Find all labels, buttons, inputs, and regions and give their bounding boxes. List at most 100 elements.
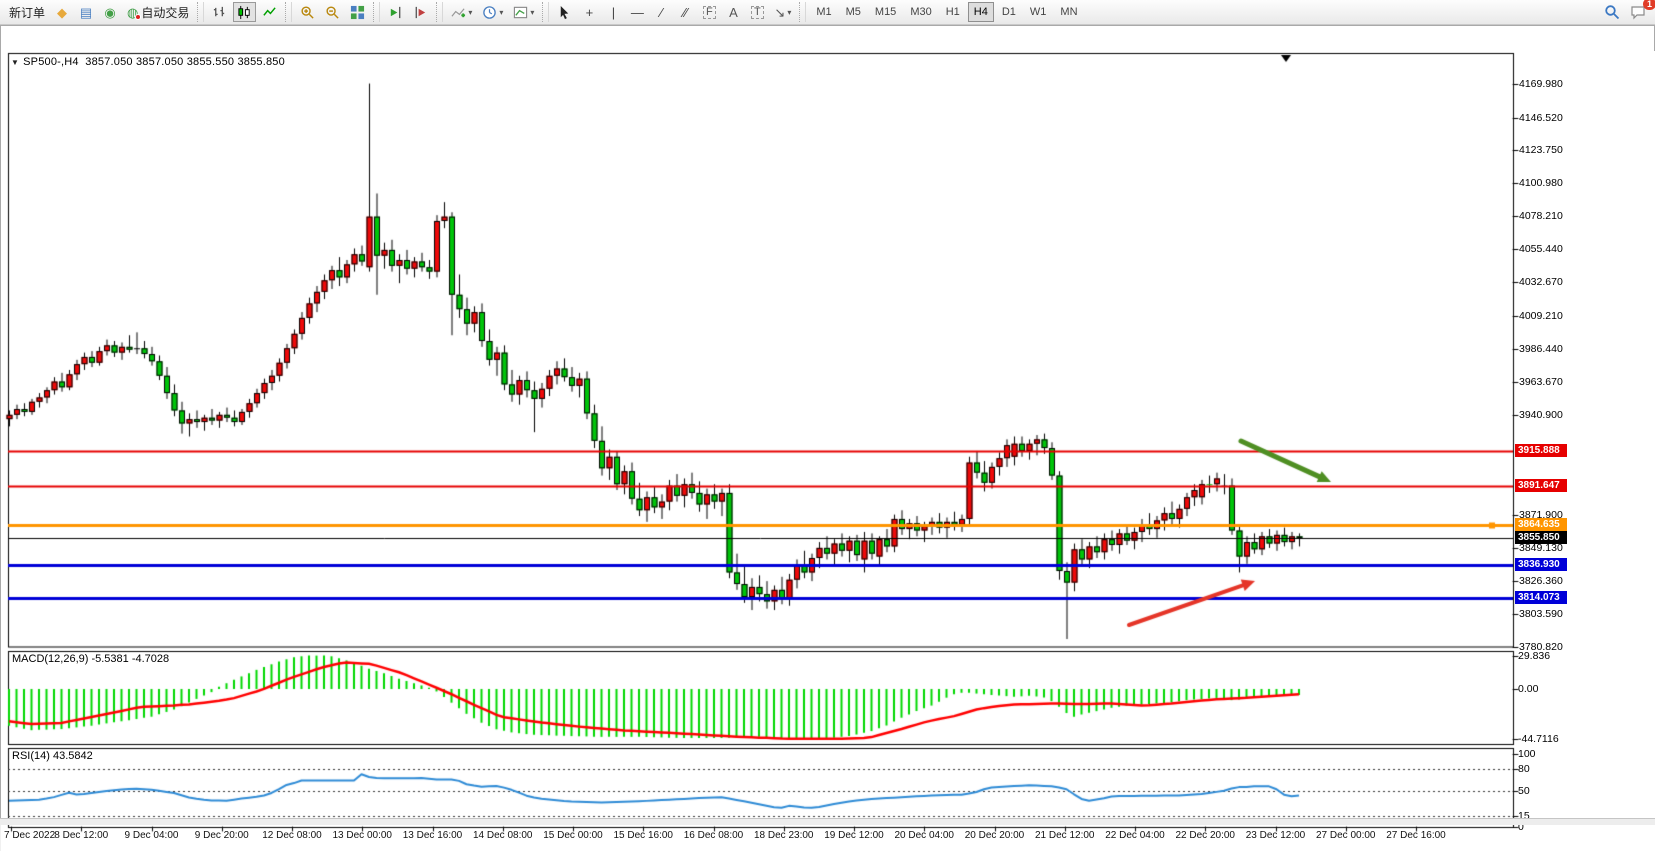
rsi-indicator-label: RSI(14) 43.5842 [12,750,93,762]
time-axis-label: 20 Dec 20:00 [965,830,1025,841]
candle-chart-icon[interactable] [233,2,256,22]
trendline-icon[interactable]: ∕ [650,2,672,22]
macd-indicator-label: MACD(12,26,9) -5.5381 -4.7028 [12,653,169,665]
bar-chart-icon[interactable] [208,2,231,22]
time-axis-label: 22 Dec 04:00 [1105,830,1165,841]
text-label-icon: T [751,6,764,19]
time-axis-label: 13 Dec 16:00 [403,830,463,841]
fibonacci-icon[interactable]: F [698,2,720,22]
vertical-line-icon[interactable]: | [602,2,624,22]
chart-shift-icon[interactable] [409,2,432,22]
price-level-label: 3915.888 [1515,444,1567,457]
macd-axis-tick: 29.836 [1518,650,1550,662]
shapes-icon[interactable]: ↘▾ [770,2,795,22]
timeframe-button-m5[interactable]: M5 [840,2,867,22]
new-order-button-label: 新订单 [9,4,45,21]
tile-windows-icon[interactable] [346,2,369,22]
templates-icon[interactable]: ▾ [509,2,538,22]
equidistant-channel-icon[interactable]: ∕∕ [674,2,696,22]
toolbar-separator [436,2,443,22]
timeframe-button-w1[interactable]: W1 [1024,2,1053,22]
vertical-line-icon: | [612,6,615,19]
autotrading-label: 自动交易 [141,4,189,21]
timeframe-button-mn[interactable]: MN [1054,2,1083,22]
symbol-period-label: SP500-,H4 [23,56,79,68]
notification-badge: 1 [1643,0,1655,10]
indicators-icon[interactable]: ▾ [447,2,476,22]
toolbar: 新订单◆▤◉◍自动交易▾▾▾+|—∕∕∕FAT↘▾M1M5M15M30H1H4D… [0,0,1655,25]
navigator-icon: ◉ [104,6,115,19]
zoom-in-icon[interactable] [296,2,319,22]
timeframe-button-h4[interactable]: H4 [968,2,994,22]
shapes-icon-dropdown[interactable]: ▾ [787,8,791,17]
bar-chart-icon [212,5,227,20]
time-axis-label: 20 Dec 04:00 [895,830,955,841]
new-order-button[interactable]: 新订单 [5,2,49,22]
rsi-axis-tick: 80 [1518,763,1530,775]
tile-windows-icon [350,5,365,20]
price-axis-tick: 4009.210 [1519,310,1563,322]
autotrading-button[interactable]: ◍自动交易 [123,2,193,22]
periods-icon[interactable]: ▾ [478,2,507,22]
candle-chart-icon [237,5,252,20]
auto-scroll-icon[interactable] [384,2,407,22]
search-icon[interactable] [1600,2,1624,22]
status-strip [0,818,1655,825]
text-label-icon[interactable]: T [746,2,768,22]
current-price-label: 3855.850 [1515,531,1567,544]
text-icon: A [729,6,738,19]
cursor-icon [557,5,572,20]
time-axis-label: 21 Dec 12:00 [1035,830,1095,841]
timeframe-button-m1[interactable]: M1 [810,2,837,22]
price-chart-canvas[interactable] [1,51,1655,851]
navigator-icon[interactable]: ◉ [99,2,121,22]
price-level-label: 3891.647 [1515,479,1567,492]
templates-icon [513,5,528,20]
cursor-icon[interactable] [553,2,576,22]
toolbar-separator [197,2,204,22]
macd-axis-tick: 0.00 [1518,683,1538,695]
autotrading-stopped-dot [135,14,141,20]
timeframe-button-h1[interactable]: H1 [940,2,966,22]
toolbar-separator [799,2,806,22]
price-level-label: 3864.635 [1515,518,1567,531]
price-axis-tick: 3986.440 [1519,343,1563,355]
trendline-icon: ∕ [660,6,662,19]
line-chart-icon[interactable] [258,2,281,22]
toolbox-icon[interactable]: ◆ [51,2,73,22]
price-axis-tick: 4055.440 [1519,243,1563,255]
zoom-in-icon [300,5,315,20]
time-axis-label: 23 Dec 12:00 [1246,830,1306,841]
notifications-icon[interactable]: 1 [1626,2,1650,22]
time-axis-label: 7 Dec 2022 [4,830,55,841]
timeframe-button-d1[interactable]: D1 [996,2,1022,22]
zoom-out-icon[interactable] [321,2,344,22]
timeframe-button-m15[interactable]: M15 [869,2,902,22]
crosshair-icon: + [586,6,594,19]
toolbar-separator [542,2,549,22]
price-axis-tick: 4123.750 [1519,144,1563,156]
chart-shift-icon [413,5,428,20]
periods-icon-dropdown[interactable]: ▾ [499,8,503,17]
price-axis-tick: 4146.520 [1519,112,1563,124]
indicators-icon [451,5,466,20]
text-icon[interactable]: A [722,2,744,22]
time-axis-label: 12 Dec 08:00 [262,830,322,841]
market-watch-icon[interactable]: ▤ [75,2,97,22]
indicators-icon-dropdown[interactable]: ▾ [468,8,472,17]
shapes-icon: ↘ [774,6,785,19]
timeframe-button-m30[interactable]: M30 [904,2,937,22]
time-axis-label: 16 Dec 08:00 [684,830,744,841]
search-icon [1604,4,1620,20]
symbol-dropdown-icon[interactable]: ▼ [11,58,19,67]
horizontal-line-icon[interactable]: — [626,2,648,22]
periods-icon [482,5,497,20]
toolbar-separator [285,2,292,22]
templates-icon-dropdown[interactable]: ▾ [530,8,534,17]
price-axis-tick: 4032.670 [1519,276,1563,288]
rsi-axis-tick: 100 [1518,748,1536,760]
crosshair-icon[interactable]: + [578,2,600,22]
time-axis-label: 14 Dec 08:00 [473,830,533,841]
toolbar-separator [373,2,380,22]
macd-axis-tick: -44.7116 [1518,733,1559,745]
